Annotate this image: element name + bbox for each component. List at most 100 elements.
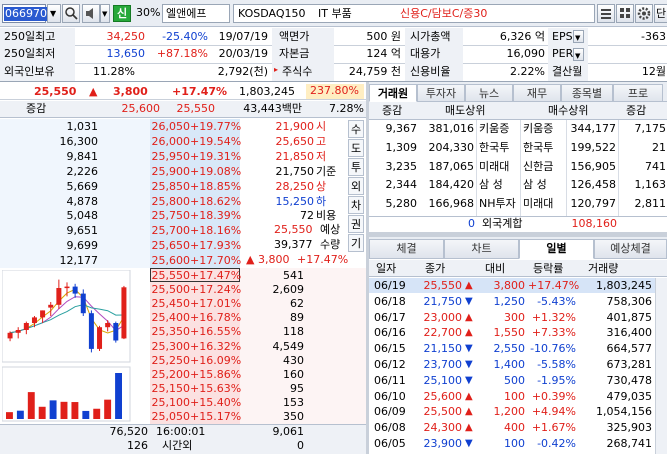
broker-tab[interactable]: 프로: [613, 84, 663, 102]
eps-dropdown[interactable]: ▼: [573, 30, 584, 43]
broker-tab[interactable]: 뉴스: [465, 84, 513, 102]
foreign-hold-qty: 2,792(천): [217, 65, 268, 78]
broker-sell-name[interactable]: 삼 성: [479, 178, 503, 192]
down-arrow-icon: ▼: [465, 295, 473, 307]
side-button[interactable]: 도: [348, 139, 364, 157]
daily-date[interactable]: 06/19: [374, 279, 406, 293]
grid-button[interactable]: [616, 4, 634, 23]
broker-tab[interactable]: 재무: [513, 84, 561, 102]
broker-sell-name[interactable]: NH투자: [479, 197, 516, 211]
daily-date[interactable]: 06/16: [374, 326, 406, 340]
margin-rate: 30%: [136, 6, 161, 19]
ask-price[interactable]: 25,950: [150, 150, 191, 164]
list-button[interactable]: [597, 4, 615, 23]
daily-date[interactable]: 06/05: [374, 437, 406, 451]
daily-close: 21,750: [423, 294, 463, 308]
bid-price[interactable]: 25,400: [150, 311, 191, 325]
ask-price[interactable]: 25,700: [150, 224, 191, 238]
ask-price[interactable]: 25,600: [150, 254, 191, 268]
broker-buy-name[interactable]: 미래대: [523, 197, 553, 211]
capital-label: 자본금: [279, 47, 310, 60]
ask-price[interactable]: 26,000: [150, 135, 191, 149]
low-250-label: 250일최저: [4, 47, 56, 60]
bid-price[interactable]: 25,050: [150, 410, 191, 424]
broker-tab[interactable]: 종목별: [561, 84, 613, 102]
ask-price[interactable]: 25,750: [150, 209, 191, 223]
ask-price[interactable]: 25,650: [150, 239, 191, 253]
broker-buy-name[interactable]: 삼 성: [523, 178, 547, 192]
daily-volume: 325,903: [606, 421, 653, 435]
daily-date[interactable]: 06/17: [374, 311, 406, 325]
daily-date[interactable]: 06/09: [374, 405, 406, 419]
daily-date[interactable]: 06/08: [374, 421, 406, 435]
side-button[interactable]: 외: [348, 177, 364, 195]
ask-rate: +17.93%: [190, 239, 242, 253]
side-button[interactable]: 투: [348, 158, 364, 176]
broker-sell-name[interactable]: 미래대: [479, 160, 509, 174]
ask-price[interactable]: 25,800: [150, 195, 191, 209]
bid-price[interactable]: 25,250: [150, 354, 191, 368]
broker-buy-qty: 156,905: [570, 159, 617, 173]
per-dropdown[interactable]: ▼: [573, 48, 584, 61]
daily-tab[interactable]: 체결: [369, 239, 444, 259]
bid-price[interactable]: 25,150: [150, 382, 191, 396]
broker-sell-name[interactable]: 한국투: [479, 141, 509, 155]
candle-body: [121, 287, 127, 339]
daily-tab[interactable]: 차트: [444, 239, 519, 259]
scrollbar[interactable]: [655, 278, 667, 454]
daily-rate: -5.58%: [537, 358, 576, 371]
broker-buy-name[interactable]: 키움증: [523, 122, 553, 136]
side-button[interactable]: 수: [348, 120, 364, 138]
foreign-buy: 108,160: [571, 217, 618, 230]
broker-sell-qty: 166,968: [428, 197, 475, 211]
market-badge-text: 신: [117, 7, 128, 20]
candle-body: [31, 317, 37, 323]
side-button[interactable]: 차: [348, 196, 364, 214]
bid-price[interactable]: 25,550: [150, 269, 191, 283]
sound-dropdown-button[interactable]: ▼: [100, 4, 110, 23]
bid-price[interactable]: 25,200: [150, 368, 191, 382]
low-250-value: 13,650: [106, 47, 146, 60]
price-rate: +17.47%: [172, 85, 228, 98]
broker-sell-name[interactable]: 키움증: [479, 122, 509, 136]
daily-date[interactable]: 06/10: [374, 390, 406, 404]
settings-button[interactable]: [635, 4, 653, 23]
bid-price[interactable]: 25,300: [150, 340, 191, 354]
expected-price: 25,550: [274, 223, 313, 236]
daily-date[interactable]: 06/11: [374, 374, 406, 388]
ask-rate: +19.77%: [190, 120, 242, 133]
daily-tab[interactable]: 예상체결: [594, 239, 667, 259]
daily-volume: 401,875: [606, 310, 653, 324]
sound-button[interactable]: [82, 4, 100, 23]
bid-qty: 160: [283, 367, 304, 381]
daily-rate: +0.39%: [531, 389, 576, 403]
daily-volume: 479,035: [606, 389, 653, 403]
after-bid-qty: 0: [297, 439, 304, 452]
high-250-value: 34,250: [106, 30, 146, 43]
side-button[interactable]: 권: [348, 215, 364, 233]
daily-header-change: 대비: [485, 262, 506, 275]
bid-price[interactable]: 25,450: [150, 297, 191, 311]
candle-body: [72, 286, 78, 294]
broker-tab[interactable]: 투자자: [417, 84, 465, 102]
daily-date[interactable]: 06/18: [374, 295, 406, 309]
search-button[interactable]: [62, 4, 80, 23]
bid-qty: 95: [290, 381, 304, 395]
daily-tab[interactable]: 일별: [519, 239, 594, 259]
code-dropdown-button[interactable]: ▼: [47, 4, 61, 23]
broker-tab[interactable]: 거래원: [369, 84, 417, 102]
stock-code-input[interactable]: 066970: [2, 4, 48, 23]
bid-price[interactable]: 25,500: [150, 283, 191, 297]
daily-date[interactable]: 06/15: [374, 342, 406, 356]
bid-price[interactable]: 25,350: [150, 325, 191, 339]
broker-buy-name[interactable]: 신한금: [523, 160, 553, 174]
bid-price[interactable]: 25,100: [150, 396, 191, 410]
broker-buy-name[interactable]: 한국투: [523, 141, 553, 155]
more-button[interactable]: 단: [654, 4, 667, 23]
daily-date[interactable]: 06/12: [374, 358, 406, 372]
daily-close: 23,900: [423, 437, 463, 450]
ask-price[interactable]: 26,050: [150, 120, 191, 134]
ask-price[interactable]: 25,900: [150, 165, 191, 179]
side-button[interactable]: 기: [348, 234, 364, 252]
ask-price[interactable]: 25,850: [150, 180, 191, 194]
